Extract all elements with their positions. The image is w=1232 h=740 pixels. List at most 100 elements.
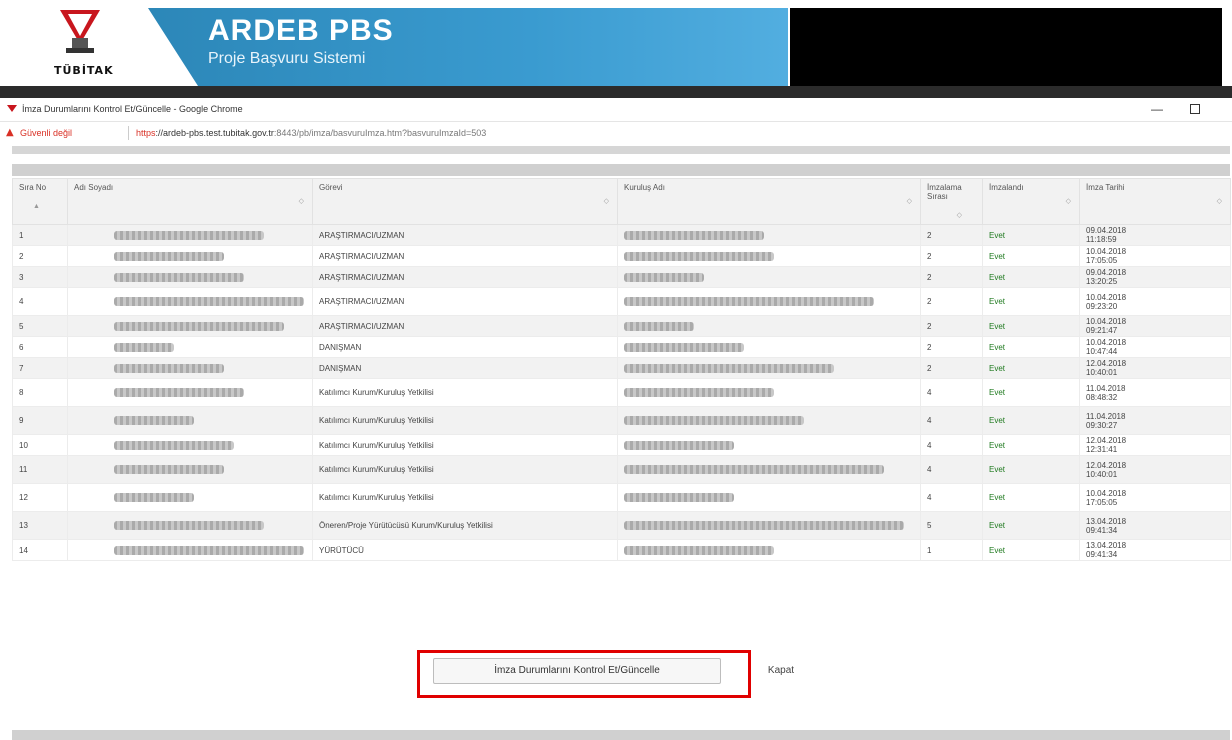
table-row[interactable]: 10 Katılımcı Kurum/Kuruluş Yetkilisi 4 Evet… <box>12 434 1231 456</box>
cell-sira-no: 12 <box>12 483 68 512</box>
app-banner: TÜBİTAK ARDEB PBS Proje Başvuru Sistemi <box>0 0 1232 100</box>
redacted-name <box>114 251 224 261</box>
header-label: İmzalandı <box>989 183 1024 192</box>
table-row[interactable]: 14 YÜRÜTÜCÜ 1 Evet 13.04.2018 09:41:34 <box>12 539 1231 561</box>
col-header-sira-no[interactable]: Sıra No ▲ <box>12 178 68 225</box>
cell-imzalama-sirasi: 1 <box>920 539 983 561</box>
check-update-signatures-button[interactable]: İmza Durumlarını Kontrol Et/Güncelle <box>433 658 721 684</box>
signature-date: 13.04.2018 <box>1086 541 1127 550</box>
sort-icon[interactable]: ◇ <box>299 197 304 205</box>
signature-time: 08:48:32 <box>1086 392 1118 402</box>
cell-sira-no: 1 <box>12 224 68 246</box>
redacted-organization <box>624 521 904 531</box>
address-bar[interactable]: ▲ Güvenli değil https://ardeb-pbs.test.t… <box>0 122 1232 144</box>
col-header-imzalandi[interactable]: İmzalandı ◇ <box>982 178 1080 225</box>
signature-time: 10:40:01 <box>1086 469 1118 479</box>
col-header-adi-soyadi[interactable]: Adı Soyadı ◇ <box>67 178 313 225</box>
signature-date: 10.04.2018 <box>1086 317 1127 326</box>
cell-kurulus-adi <box>617 357 921 379</box>
redacted-name <box>114 440 234 450</box>
sort-icon[interactable]: ◇ <box>957 211 962 219</box>
table-row[interactable]: 13 Öneren/Proje Yürütücüsü Kurum/Kuruluş … <box>12 511 1231 540</box>
signature-date: 12.04.2018 <box>1086 436 1127 445</box>
sort-icon[interactable]: ◇ <box>907 197 912 205</box>
minimize-icon[interactable]: — <box>1150 102 1164 116</box>
col-header-imza-tarihi[interactable]: İmza Tarihi ◇ <box>1079 178 1231 225</box>
cell-kurulus-adi <box>617 483 921 512</box>
table-row[interactable]: 1 ARAŞTIRMACI/UZMAN 2 Evet 09.04.2018 11:18:5… <box>12 224 1231 246</box>
cell-kurulus-adi <box>617 245 921 267</box>
cell-gorevi: Katılımcı Kurum/Kuruluş Yetkilisi <box>312 483 618 512</box>
warning-icon: ▲ <box>6 127 14 138</box>
table-row[interactable]: 3 ARAŞTIRMACI/UZMAN 2 Evet 09.04.2018 13:20:2… <box>12 266 1231 288</box>
signature-time: 09:41:34 <box>1086 550 1118 559</box>
col-header-kurulus-adi[interactable]: Kuruluş Adı ◇ <box>617 178 921 225</box>
cell-imzalandi: Evet <box>982 357 1080 379</box>
redacted-name <box>114 493 194 503</box>
cell-gorevi: ARAŞTIRMACI/UZMAN <box>312 287 618 316</box>
cell-adi-soyadi <box>67 378 313 407</box>
cell-imza-tarihi: 11.04.2018 08:48:32 <box>1079 378 1231 407</box>
cell-adi-soyadi <box>67 336 313 358</box>
signature-date: 10.04.2018 <box>1086 292 1127 302</box>
cell-adi-soyadi <box>67 406 313 435</box>
cell-sira-no: 8 <box>12 378 68 407</box>
sort-icon[interactable]: ◇ <box>1217 197 1222 205</box>
redacted-name <box>114 545 304 555</box>
cell-imzalama-sirasi: 2 <box>920 315 983 337</box>
tubitak-emblem-icon <box>60 10 100 53</box>
maximize-icon[interactable] <box>1190 104 1200 114</box>
signature-time: 09:21:47 <box>1086 326 1118 335</box>
cell-gorevi: Katılımcı Kurum/Kuruluş Yetkilisi <box>312 455 618 484</box>
table-row[interactable]: 12 Katılımcı Kurum/Kuruluş Yetkilisi 4 Evet… <box>12 483 1231 512</box>
cell-adi-soyadi <box>67 434 313 456</box>
table-row[interactable]: 9 Katılımcı Kurum/Kuruluş Yetkilisi 4 Evet 1… <box>12 406 1231 435</box>
cell-sira-no: 5 <box>12 315 68 337</box>
window-titlebar[interactable]: İmza Durumlarını Kontrol Et/Güncelle - G… <box>0 98 1232 122</box>
address-url[interactable]: https://ardeb-pbs.test.tubitak.gov.tr:84… <box>136 128 486 138</box>
cell-gorevi: Öneren/Proje Yürütücüsü Kurum/Kuruluş Ye… <box>312 511 618 540</box>
table-row[interactable]: 7 DANIŞMAN 2 Evet 12.04.2018 10:40:01 <box>12 357 1231 379</box>
cell-imzalandi: Evet <box>982 266 1080 288</box>
cell-imzalandi: Evet <box>982 434 1080 456</box>
cell-adi-soyadi <box>67 287 313 316</box>
not-secure-label[interactable]: Güvenli değil <box>20 128 72 138</box>
signature-date: 13.04.2018 <box>1086 516 1127 526</box>
cell-adi-soyadi <box>67 315 313 337</box>
redacted-name <box>114 388 244 398</box>
table-row[interactable]: 6 DANIŞMAN 2 Evet 10.04.2018 10:47:44 <box>12 336 1231 358</box>
redacted-organization <box>624 545 774 555</box>
signature-date: 11.04.2018 <box>1086 383 1126 393</box>
header-label: Kuruluş Adı <box>624 183 665 192</box>
cell-sira-no: 13 <box>12 511 68 540</box>
signature-time: 17:05:05 <box>1086 256 1118 265</box>
col-header-imzalama-sirasi[interactable]: İmzalama Sırası ◇ <box>920 178 983 225</box>
sort-icon[interactable]: ◇ <box>1066 197 1071 205</box>
col-header-gorevi[interactable]: Görevi ◇ <box>312 178 618 225</box>
cell-gorevi: ARAŞTIRMACI/UZMAN <box>312 245 618 267</box>
cell-imzalama-sirasi: 4 <box>920 483 983 512</box>
signature-date: 10.04.2018 <box>1086 488 1127 498</box>
cell-imzalama-sirasi: 4 <box>920 434 983 456</box>
close-button[interactable]: Kapat <box>756 658 806 684</box>
redacted-organization <box>624 342 744 352</box>
table-row[interactable]: 4 ARAŞTIRMACI/UZMAN 2 Evet 10.04.2018 09:23:2… <box>12 287 1231 316</box>
cell-imzalama-sirasi: 2 <box>920 224 983 246</box>
table-row[interactable]: 8 Katılımcı Kurum/Kuruluş Yetkilisi 4 Evet 1… <box>12 378 1231 407</box>
table-row[interactable]: 11 Katılımcı Kurum/Kuruluş Yetkilisi 4 Evet… <box>12 455 1231 484</box>
sort-icon[interactable]: ◇ <box>604 197 609 205</box>
cell-gorevi: ARAŞTIRMACI/UZMAN <box>312 266 618 288</box>
table-row[interactable]: 2 ARAŞTIRMACI/UZMAN 2 Evet 10.04.2018 17:05:0… <box>12 245 1231 267</box>
cell-imzalandi: Evet <box>982 455 1080 484</box>
cell-kurulus-adi <box>617 266 921 288</box>
sort-asc-icon[interactable]: ▲ <box>33 203 40 210</box>
signature-date: 10.04.2018 <box>1086 338 1127 347</box>
cell-gorevi: Katılımcı Kurum/Kuruluş Yetkilisi <box>312 406 618 435</box>
redacted-organization <box>624 440 734 450</box>
table-row[interactable]: 5 ARAŞTIRMACI/UZMAN 2 Evet 10.04.2018 09:21:4… <box>12 315 1231 337</box>
url-path: :8443/pb/imza/basvuruImza.htm?basvuruImz… <box>273 128 487 138</box>
redacted-name <box>114 363 224 373</box>
window-title: İmza Durumlarını Kontrol Et/Güncelle - G… <box>22 104 243 114</box>
cell-kurulus-adi <box>617 287 921 316</box>
main-nav-strip <box>0 86 1232 98</box>
